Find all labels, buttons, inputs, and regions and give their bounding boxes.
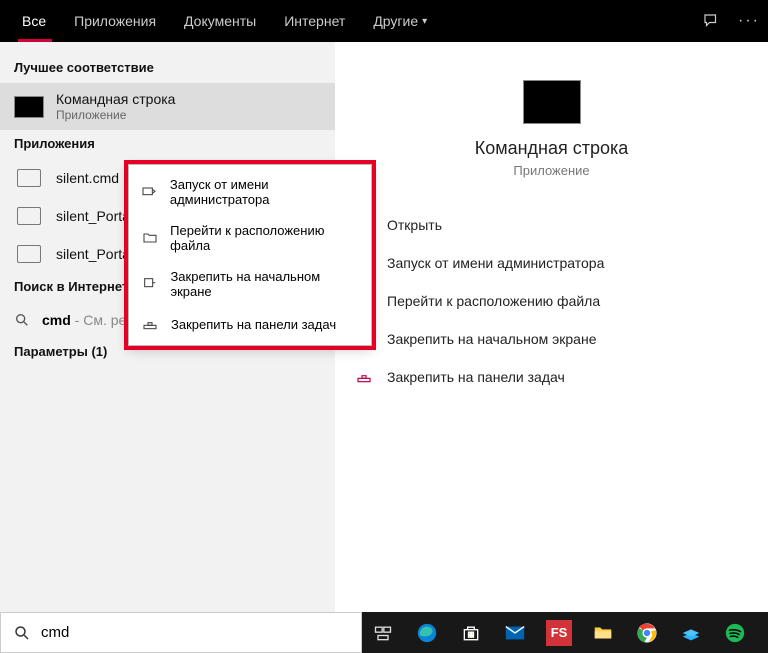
taskbar-search[interactable] <box>0 612 362 653</box>
cmd-icon <box>14 96 44 118</box>
web-query: cmd <box>42 312 71 328</box>
search-input[interactable] <box>41 624 349 641</box>
tab-other-label: Другие <box>373 13 418 29</box>
ctx-label: Закрепить на панели задач <box>171 317 336 332</box>
action-label: Закрепить на начальном экране <box>387 331 597 347</box>
action-open[interactable]: Открыть <box>355 206 748 244</box>
search-tabs: Все Приложения Документы Интернет Другие… <box>0 0 768 42</box>
action-label: Закрепить на панели задач <box>387 369 565 385</box>
action-label: Запуск от имени администратора <box>387 255 604 271</box>
best-match-title: Командная строка <box>56 91 175 108</box>
script-icon <box>17 169 41 187</box>
tab-docs[interactable]: Документы <box>170 0 270 42</box>
ctx-open-location[interactable]: Перейти к расположению файла <box>129 215 371 261</box>
section-apps: Приложения <box>0 130 335 159</box>
script-icon <box>17 245 41 263</box>
store-icon[interactable] <box>458 620 484 646</box>
ctx-label: Перейти к расположению файла <box>170 223 359 253</box>
app-item-label: silent.cmd <box>56 170 119 186</box>
ctx-pin-start[interactable]: Закрепить на начальном экране <box>129 261 371 307</box>
edge-icon[interactable] <box>414 620 440 646</box>
action-pin-taskbar[interactable]: Закрепить на панели задач <box>355 358 748 396</box>
context-menu: Запуск от имени администратора Перейти к… <box>128 164 372 346</box>
action-label: Открыть <box>387 217 442 233</box>
tab-apps[interactable]: Приложения <box>60 0 170 42</box>
details-panel: Командная строка Приложение Открыть Запу… <box>335 42 768 612</box>
ctx-label: Запуск от имени администратора <box>170 177 359 207</box>
spotify-icon[interactable] <box>722 620 748 646</box>
action-label: Перейти к расположению файла <box>387 293 600 309</box>
feedback-icon[interactable] <box>702 12 720 30</box>
action-open-location[interactable]: Перейти к расположению файла <box>355 282 748 320</box>
action-pin-start[interactable]: Закрепить на начальном экране <box>355 320 748 358</box>
ctx-label: Закрепить на начальном экране <box>170 269 359 299</box>
best-match-sub: Приложение <box>56 108 175 122</box>
taskbar: FS <box>0 612 768 653</box>
mail-icon[interactable] <box>502 620 528 646</box>
tab-other[interactable]: Другие ▾ <box>359 0 441 42</box>
task-view-icon[interactable] <box>370 620 396 646</box>
ctx-pin-taskbar[interactable]: Закрепить на панели задач <box>129 307 371 341</box>
results-panel: Лучшее соответствие Командная строка При… <box>0 42 335 612</box>
chrome-icon[interactable] <box>634 620 660 646</box>
details-title: Командная строка <box>355 138 748 159</box>
search-icon <box>14 312 30 328</box>
app-thumbnail <box>523 80 581 124</box>
script-icon <box>17 207 41 225</box>
ctx-run-admin[interactable]: Запуск от имени администратора <box>129 169 371 215</box>
app-icon-blue[interactable] <box>678 620 704 646</box>
best-match-item[interactable]: Командная строка Приложение <box>0 83 335 130</box>
section-best-match: Лучшее соответствие <box>0 54 335 83</box>
pin-taskbar-icon <box>355 368 373 386</box>
tab-internet[interactable]: Интернет <box>270 0 359 42</box>
chevron-down-icon: ▾ <box>422 16 427 27</box>
details-sub: Приложение <box>355 163 748 178</box>
tab-all[interactable]: Все <box>8 0 60 42</box>
more-icon[interactable]: ··· <box>738 12 760 30</box>
folder-icon <box>141 229 158 247</box>
pin-taskbar-icon <box>141 315 159 333</box>
action-run-admin[interactable]: Запуск от имени администратора <box>355 244 748 282</box>
search-icon <box>13 624 31 642</box>
taskbar-tray: FS <box>362 612 768 653</box>
pin-start-icon <box>141 275 158 293</box>
fs-app-icon[interactable]: FS <box>546 620 572 646</box>
shield-icon <box>141 183 158 201</box>
explorer-icon[interactable] <box>590 620 616 646</box>
